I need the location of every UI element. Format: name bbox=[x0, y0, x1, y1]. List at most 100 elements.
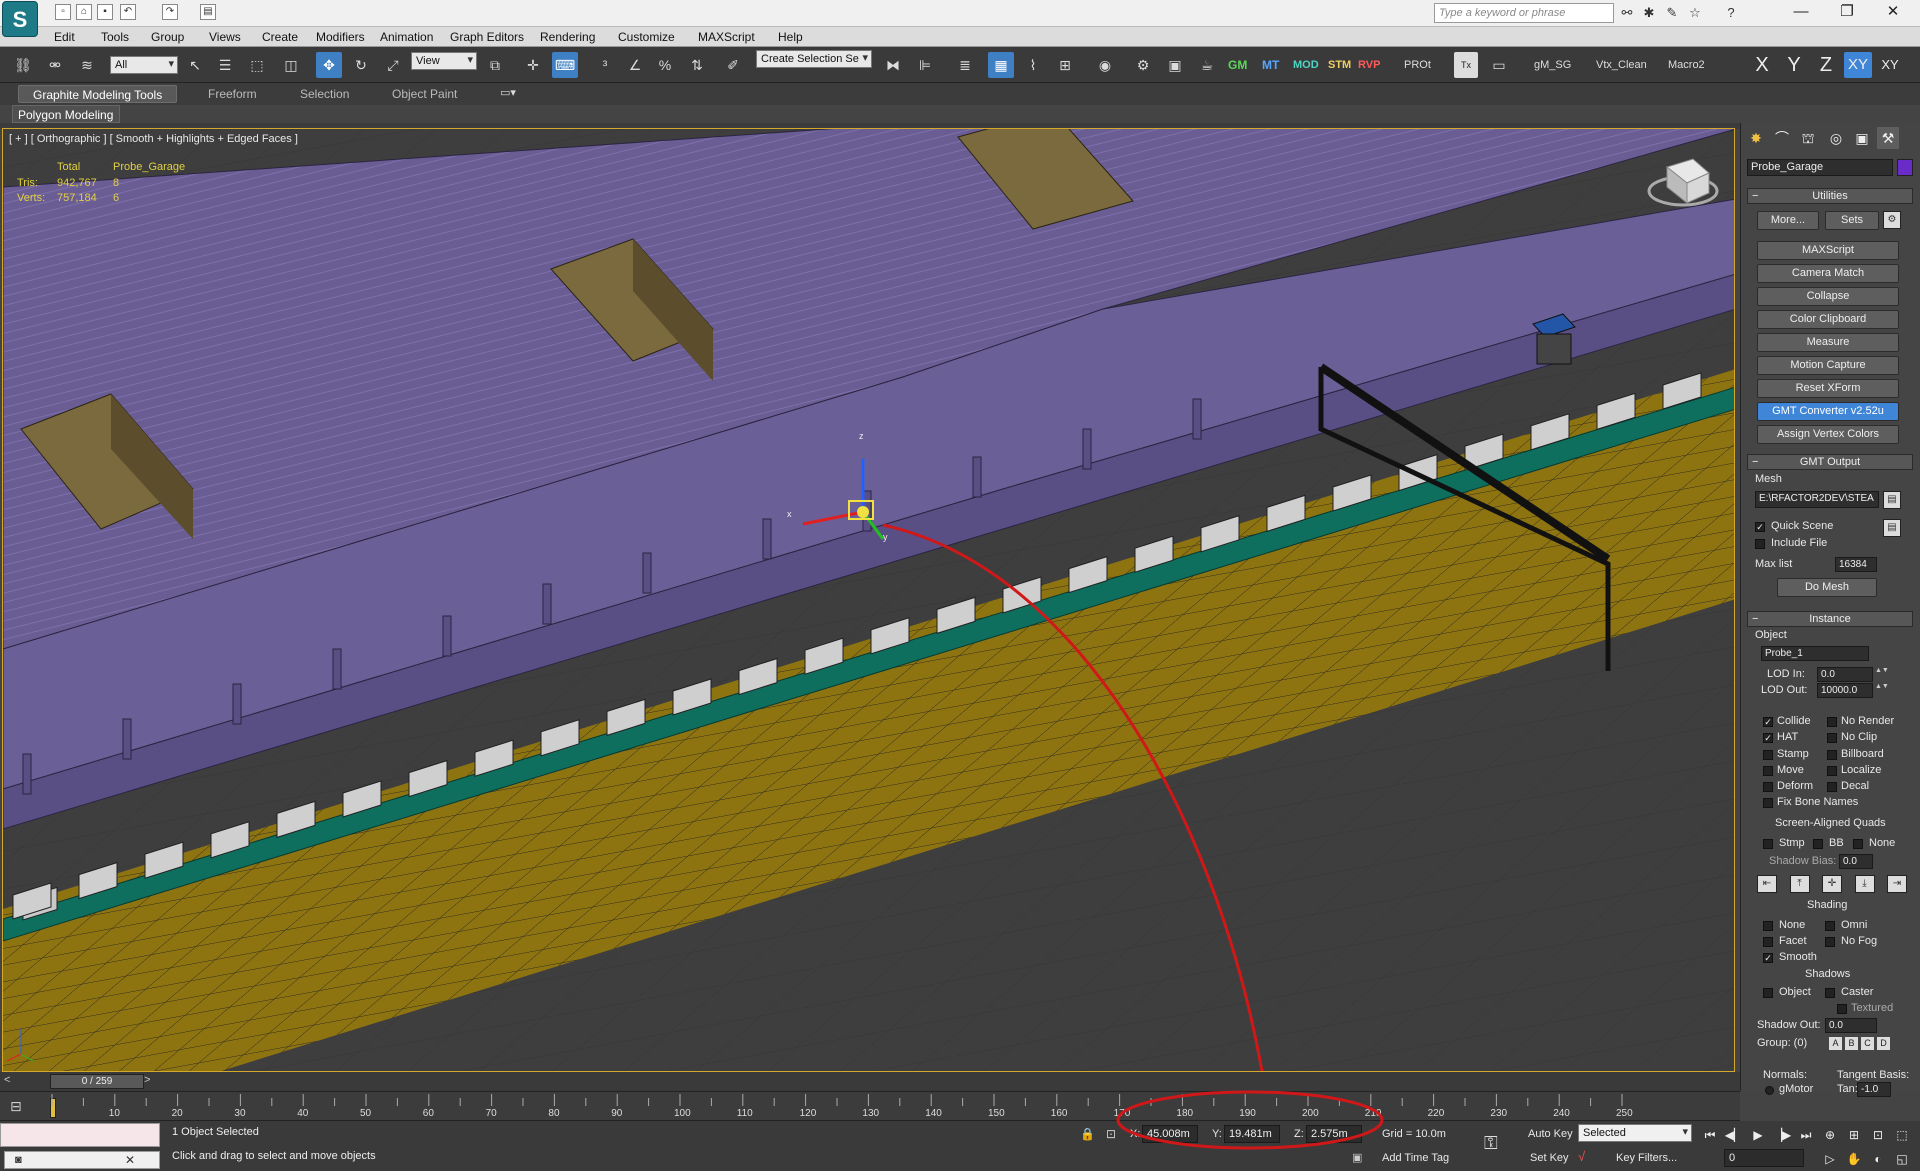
maximize-viewport-icon[interactable]: ⬚ bbox=[1892, 1126, 1912, 1144]
go-to-end-icon[interactable]: ⏭ bbox=[1796, 1126, 1816, 1144]
axis-z-button[interactable]: Z bbox=[1812, 52, 1840, 78]
menu-customize[interactable]: Customize bbox=[618, 27, 675, 47]
hierarchy-tab-icon[interactable]: ⛫ bbox=[1797, 127, 1819, 149]
no-clip-checkbox[interactable] bbox=[1827, 733, 1837, 743]
percent-snap-icon[interactable]: % bbox=[652, 52, 678, 78]
link-icon[interactable]: ⛓ bbox=[10, 52, 36, 78]
maxscript-mini-listener[interactable]: ◙ ✕ bbox=[4, 1151, 160, 1169]
motion-tab-icon[interactable]: ◎ bbox=[1825, 127, 1847, 149]
menu-group[interactable]: Group bbox=[151, 27, 184, 47]
more-button[interactable]: More... bbox=[1757, 211, 1819, 230]
time-slider[interactable]: 0 / 259 bbox=[50, 1074, 144, 1089]
coord-z-field[interactable]: 2.575m bbox=[1306, 1125, 1362, 1143]
shadow-out-field[interactable]: 0.0 bbox=[1825, 1018, 1877, 1033]
material-editor-icon[interactable]: ◉ bbox=[1092, 52, 1118, 78]
shadow-object-checkbox[interactable] bbox=[1763, 988, 1773, 998]
redo-icon[interactable]: ↷ bbox=[162, 4, 178, 20]
zoom-all-icon[interactable]: ⊞ bbox=[1844, 1126, 1864, 1144]
move-checkbox[interactable] bbox=[1763, 766, 1773, 776]
quick-scene-checkbox[interactable]: ✓ bbox=[1755, 522, 1765, 532]
prev-frame-icon[interactable]: ◀▏ bbox=[1724, 1126, 1744, 1144]
save-file-icon[interactable]: ▪ bbox=[97, 4, 113, 20]
new-file-icon[interactable]: ▫ bbox=[55, 4, 71, 20]
saq-none-checkbox[interactable] bbox=[1853, 839, 1863, 849]
select-and-move-icon[interactable]: ✥ bbox=[316, 52, 342, 78]
menu-tools[interactable]: Tools bbox=[101, 27, 129, 47]
maxscript-listener[interactable] bbox=[0, 1123, 160, 1147]
align-left-icon[interactable]: ⇤ bbox=[1757, 875, 1777, 893]
utility-camera-match-button[interactable]: Camera Match bbox=[1757, 264, 1899, 283]
set-key-button[interactable]: Set Key bbox=[1530, 1152, 1569, 1164]
axis-xy-cycle-button[interactable]: XY bbox=[1876, 52, 1904, 78]
object-color-swatch[interactable] bbox=[1897, 159, 1913, 176]
stamp-checkbox[interactable] bbox=[1763, 750, 1773, 760]
tab-freeform[interactable]: Freeform bbox=[194, 85, 271, 103]
stm-script-button[interactable]: STM bbox=[1328, 52, 1351, 78]
viewport-label[interactable]: [ + ] [ Orthographic ] [ Smooth + Highli… bbox=[9, 133, 298, 145]
render-setup-icon[interactable]: ⚙ bbox=[1130, 52, 1156, 78]
next-frame-icon[interactable]: ▕▶ bbox=[1772, 1126, 1792, 1144]
minimize-button[interactable]: — bbox=[1778, 0, 1824, 26]
axis-xy-button[interactable]: XY bbox=[1844, 52, 1872, 78]
align-center-icon[interactable]: ✛ bbox=[1822, 875, 1842, 893]
group-b-button[interactable]: B bbox=[1845, 1037, 1858, 1050]
vtx-clean-script-button[interactable]: Vtx_Clean bbox=[1596, 52, 1647, 78]
shading-facet-checkbox[interactable] bbox=[1763, 937, 1773, 947]
shading-smooth-checkbox[interactable]: ✓ bbox=[1763, 953, 1773, 963]
utility-motion-capture-button[interactable]: Motion Capture bbox=[1757, 356, 1899, 375]
menu-animation[interactable]: Animation bbox=[380, 27, 433, 47]
tex-tools-icon[interactable]: Tx bbox=[1454, 52, 1478, 78]
pan-icon[interactable]: ✋ bbox=[1844, 1150, 1864, 1168]
zoom-extents-icon[interactable]: ⊡ bbox=[1868, 1126, 1888, 1144]
utility-gmt-converter-button[interactable]: GMT Converter v2.52u bbox=[1757, 402, 1899, 421]
named-selection-dropdown[interactable]: Create Selection Se bbox=[756, 50, 872, 68]
edit-named-selection-icon[interactable]: ✐ bbox=[720, 52, 746, 78]
utilities-rollout-header[interactable]: Utilities bbox=[1747, 188, 1913, 204]
spinner-snap-icon[interactable]: ⇅ bbox=[684, 52, 710, 78]
polygon-modeling-panel[interactable]: Polygon Modeling bbox=[12, 105, 120, 123]
menu-modifiers[interactable]: Modifiers bbox=[316, 27, 365, 47]
shadow-bias-field[interactable]: 0.0 bbox=[1839, 854, 1873, 869]
binoculars-icon[interactable]: ⚯ bbox=[1618, 4, 1636, 22]
select-object-icon[interactable]: ↖ bbox=[182, 52, 208, 78]
menu-create[interactable]: Create bbox=[262, 27, 298, 47]
max-list-field[interactable]: 16384 bbox=[1835, 557, 1877, 572]
scene-browse-icon[interactable]: ▤ bbox=[1883, 519, 1901, 537]
select-and-scale-icon[interactable]: ⤢ bbox=[380, 52, 406, 78]
reference-coordinate-dropdown[interactable]: View bbox=[411, 52, 477, 70]
mesh-browse-icon[interactable]: ▤ bbox=[1883, 491, 1901, 509]
utility-maxscript-button[interactable]: MAXScript bbox=[1757, 241, 1899, 260]
search-input[interactable]: Type a keyword or phrase bbox=[1434, 3, 1614, 23]
lod-in-field[interactable]: 0.0 bbox=[1817, 667, 1873, 682]
mesh-path-field[interactable]: E:\RFACTOR2DEV\STEA bbox=[1755, 491, 1879, 508]
tab-selection[interactable]: Selection bbox=[286, 85, 363, 103]
macro2-script-button[interactable]: Macro2 bbox=[1668, 52, 1705, 78]
modify-tab-icon[interactable]: ⌒ bbox=[1771, 127, 1793, 149]
layer-manager-icon[interactable]: ≣ bbox=[952, 52, 978, 78]
shading-no-fog-checkbox[interactable] bbox=[1825, 937, 1835, 947]
key-filters-button[interactable]: Key Filters... bbox=[1616, 1152, 1677, 1164]
menu-help[interactable]: Help bbox=[778, 27, 803, 47]
deform-checkbox[interactable] bbox=[1763, 782, 1773, 792]
billboard-checkbox[interactable] bbox=[1827, 750, 1837, 760]
current-frame-field[interactable]: 0 bbox=[1724, 1149, 1804, 1167]
menu-graph-editors[interactable]: Graph Editors bbox=[450, 27, 524, 47]
no-render-checkbox[interactable] bbox=[1827, 717, 1837, 727]
do-mesh-button[interactable]: Do Mesh bbox=[1777, 578, 1877, 597]
utility-color-clipboard-button[interactable]: Color Clipboard bbox=[1757, 310, 1899, 329]
menu-views[interactable]: Views bbox=[209, 27, 241, 47]
mirror-icon[interactable]: ⧓ bbox=[880, 52, 906, 78]
schematic-view-icon[interactable]: ⊞ bbox=[1052, 52, 1078, 78]
undo-icon[interactable]: ↶ bbox=[120, 4, 136, 20]
viewport-orthographic[interactable]: [ + ] [ Orthographic ] [ Smooth + Highli… bbox=[2, 128, 1735, 1072]
group-a-button[interactable]: A bbox=[1829, 1037, 1842, 1050]
track-bar[interactable]: ⊟ 10 20 30 40 50 60 70 80 90 100 110 120 130 140 150 16… bbox=[0, 1091, 1740, 1121]
utility-reset-xform-button[interactable]: Reset XForm bbox=[1757, 379, 1899, 398]
lod-in-spinner[interactable]: ▲▼ bbox=[1875, 667, 1889, 682]
mod-script-button[interactable]: MOD bbox=[1293, 52, 1319, 78]
instance-rollout-header[interactable]: Instance bbox=[1747, 611, 1913, 627]
gmotor-radio[interactable] bbox=[1765, 1086, 1774, 1095]
tab-graphite-modeling-tools[interactable]: Graphite Modeling Tools bbox=[18, 85, 178, 103]
unlink-icon[interactable]: ⚮ bbox=[42, 52, 68, 78]
object-name-field[interactable]: Probe_Garage bbox=[1747, 159, 1893, 176]
